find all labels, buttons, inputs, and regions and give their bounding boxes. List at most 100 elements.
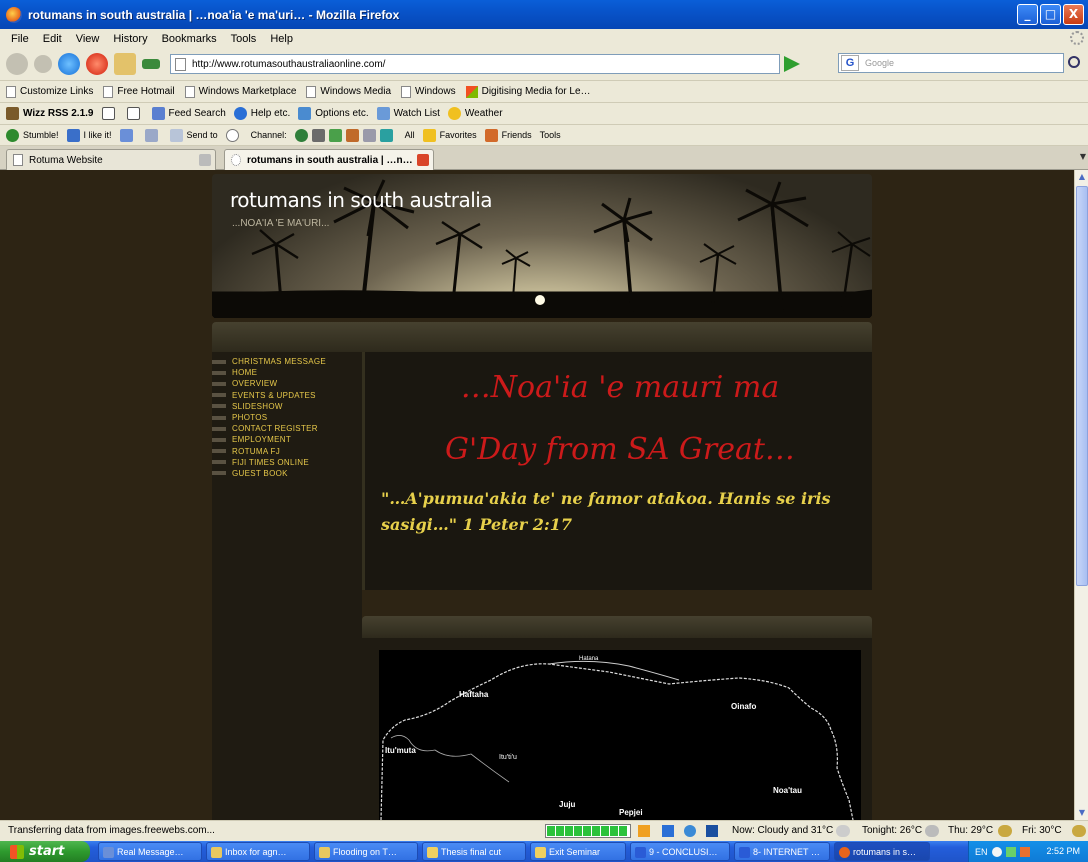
- link-windows[interactable]: Windows: [401, 85, 456, 98]
- task-internet-doc[interactable]: 8- INTERNET …: [734, 842, 830, 861]
- tab-label: rotumans in south australia | …n…: [247, 154, 413, 166]
- weather-button[interactable]: Weather: [447, 107, 503, 120]
- nav-events-updates[interactable]: EVENTS & UPDATES: [212, 390, 362, 401]
- send-to-button[interactable]: Send to: [169, 128, 218, 142]
- page-icon: [103, 85, 114, 98]
- stop-button[interactable]: [86, 53, 108, 75]
- channel-icons[interactable]: [294, 128, 397, 142]
- stumble-button[interactable]: Stumble!: [6, 128, 59, 142]
- task-real-message[interactable]: Real Message…: [98, 842, 202, 861]
- thumbs-down-button[interactable]: [119, 128, 137, 142]
- task-firefox-rotumans[interactable]: rotumans in s…: [834, 842, 930, 861]
- link-label: Windows Media: [320, 86, 392, 97]
- tab-list-chevron-icon[interactable]: ▼: [1080, 152, 1086, 161]
- tools-icon[interactable]: [662, 825, 674, 837]
- tab-close-icon[interactable]: [417, 154, 429, 166]
- nav-employment[interactable]: EMPLOYMENT: [212, 434, 362, 445]
- minimize-button[interactable]: _: [1017, 4, 1038, 25]
- nav-label: ROTUMA FJ: [232, 446, 281, 456]
- menu-history[interactable]: History: [106, 33, 154, 45]
- menu-edit[interactable]: Edit: [36, 33, 69, 45]
- feed-search-label: Feed Search: [168, 108, 226, 119]
- bookmark-icon[interactable]: [142, 59, 160, 69]
- nav-overview[interactable]: OVERVIEW: [212, 378, 362, 389]
- tab-rotumans-south-australia[interactable]: rotumans in south australia | …n…: [224, 149, 434, 170]
- nav-fiji-times-online[interactable]: FIJI TIMES ONLINE: [212, 457, 362, 468]
- forward-button[interactable]: [34, 55, 52, 73]
- weather-tonight[interactable]: Tonight: 26°C: [862, 825, 922, 836]
- website: rotumans in south australia ...NOA'IA 'E…: [212, 174, 872, 820]
- close-button[interactable]: X: [1063, 4, 1084, 25]
- nav-guest-book[interactable]: GUEST BOOK: [212, 468, 362, 479]
- url-bar[interactable]: http://www.rotumasouthaustraliaonline.co…: [170, 54, 780, 74]
- feed-search-button[interactable]: Feed Search: [151, 107, 226, 120]
- tab-close-icon[interactable]: [199, 154, 211, 166]
- reload-button[interactable]: [58, 53, 80, 75]
- globe-icon[interactable]: [684, 825, 696, 837]
- language-indicator[interactable]: EN: [975, 847, 988, 857]
- nav-slideshow[interactable]: SLIDESHOW: [212, 401, 362, 412]
- link-free-hotmail[interactable]: Free Hotmail: [103, 85, 175, 98]
- stumble-tools-button[interactable]: Tools: [540, 130, 561, 140]
- search-input[interactable]: G Google: [838, 53, 1064, 73]
- weather-now[interactable]: Now: Cloudy and 31°C: [732, 825, 833, 836]
- feed-icon[interactable]: [638, 825, 650, 837]
- section-bar: [362, 616, 872, 638]
- task-conclusion-doc[interactable]: 9 - CONCLUSI…: [630, 842, 730, 861]
- weather-thu[interactable]: Thu: 29°C: [948, 825, 993, 836]
- nav-rotuma-fj[interactable]: ROTUMA FJ: [212, 446, 362, 457]
- wizz-panel-button[interactable]: [101, 107, 119, 120]
- friends-button[interactable]: Friends: [484, 128, 532, 142]
- clock[interactable]: 2:52 PM: [1046, 846, 1080, 856]
- i-like-it-button[interactable]: I like it!: [66, 128, 112, 142]
- stumble-icon: [6, 128, 19, 142]
- start-button[interactable]: start: [0, 841, 90, 862]
- link-customize-links[interactable]: Customize Links: [6, 85, 93, 98]
- options-etc-button[interactable]: Options etc.: [298, 107, 369, 120]
- favorites-button[interactable]: Favorites: [422, 128, 477, 142]
- menu-tools[interactable]: Tools: [224, 33, 264, 45]
- back-button[interactable]: [6, 53, 28, 75]
- scroll-up-icon[interactable]: ▲: [1077, 172, 1087, 182]
- home-button[interactable]: [114, 53, 136, 75]
- wizz-rss-button[interactable]: Wizz RSS 2.1.9: [6, 107, 94, 120]
- nav-contact-register[interactable]: CONTACT REGISTER: [212, 423, 362, 434]
- tray-icon[interactable]: [1019, 846, 1030, 857]
- channel-label: Channel:: [250, 130, 287, 140]
- link-windows-marketplace[interactable]: Windows Marketplace: [184, 85, 296, 98]
- help-etc-button[interactable]: Help etc.: [233, 107, 290, 120]
- watch-list-button[interactable]: Watch List: [376, 107, 440, 120]
- task-flooding[interactable]: Flooding on T…: [314, 842, 418, 861]
- maximize-button[interactable]: □: [1040, 4, 1061, 25]
- all-dropdown[interactable]: All: [405, 130, 415, 140]
- weather-fri[interactable]: Fri: 30°C: [1022, 825, 1062, 836]
- search-engine-icon[interactable]: G: [841, 55, 859, 71]
- scroll-down-icon[interactable]: ▼: [1077, 808, 1087, 818]
- link-digitising-media[interactable]: Digitising Media for Le…: [465, 85, 591, 98]
- site-title[interactable]: rotumans in south australia: [230, 188, 493, 212]
- tray-icon[interactable]: [991, 846, 1002, 857]
- friends-icon: [484, 128, 498, 142]
- task-exit-seminar[interactable]: Exit Seminar: [530, 842, 626, 861]
- link-windows-media[interactable]: Windows Media: [306, 85, 392, 98]
- menu-view[interactable]: View: [69, 33, 107, 45]
- media-icon[interactable]: [706, 825, 718, 837]
- nav-home[interactable]: HOME: [212, 367, 362, 378]
- menu-file[interactable]: File: [4, 33, 36, 45]
- task-inbox[interactable]: Inbox for agn…: [206, 842, 310, 861]
- tab-rotuma-website[interactable]: Rotuma Website: [6, 149, 216, 170]
- menu-help[interactable]: Help: [263, 33, 300, 45]
- nav-photos[interactable]: PHOTOS: [212, 412, 362, 423]
- vertical-scrollbar[interactable]: ▲ ▼: [1074, 170, 1088, 820]
- nav-christmas-message[interactable]: CHRISTMAS MESSAGE: [212, 356, 362, 367]
- comment-button[interactable]: [225, 128, 243, 142]
- scrollbar-thumb[interactable]: [1076, 186, 1088, 586]
- menu-bookmarks[interactable]: Bookmarks: [155, 33, 224, 45]
- task-thesis-final-cut[interactable]: Thesis final cut: [422, 842, 526, 861]
- go-button[interactable]: [784, 56, 800, 72]
- tag-button[interactable]: [144, 128, 162, 142]
- wizz-window-button[interactable]: [126, 107, 144, 120]
- window-titlebar: rotumans in south australia | …noa'ia 'e…: [0, 0, 1088, 29]
- tray-icon[interactable]: [1005, 846, 1016, 857]
- search-icon[interactable]: [1068, 56, 1080, 68]
